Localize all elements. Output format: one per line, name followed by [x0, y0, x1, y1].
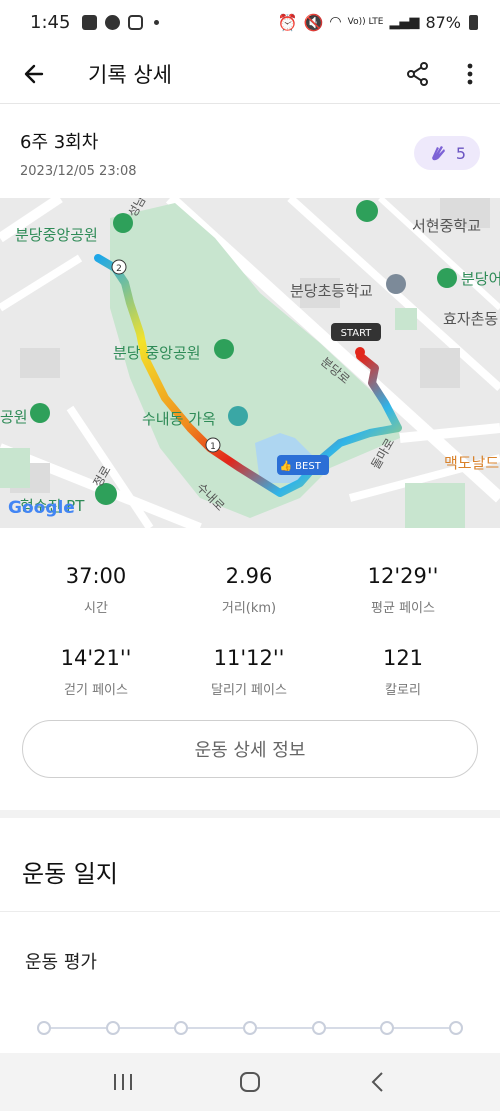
slider-point[interactable]	[243, 1021, 257, 1035]
clap-count: 5	[455, 143, 467, 163]
km-marker-2: 2	[111, 259, 127, 275]
slider-point[interactable]	[37, 1021, 51, 1035]
status-bar: 1:45 ⏰ 🔇 ◠ Vo)) LTE ▂▄▆ 87%	[0, 0, 500, 44]
location-pin-icon	[356, 200, 378, 222]
best-marker-label: BEST	[295, 461, 322, 472]
battery-icon	[469, 14, 478, 30]
start-marker-label: START	[341, 328, 373, 339]
stat-label: 걷기 페이스	[64, 683, 128, 698]
system-nav-bar	[0, 1053, 500, 1111]
gallery-icon	[82, 14, 98, 30]
divider	[0, 911, 500, 912]
stat-walk-pace: 14'21'' 걷기 페이스	[13, 646, 179, 698]
status-time: 1:45	[30, 11, 71, 33]
notification-dot-icon	[154, 19, 160, 25]
map-label-apt-right: 분당어	[461, 270, 500, 288]
stat-label: 달리기 페이스	[211, 683, 287, 698]
park-pin-icon	[214, 339, 234, 359]
recent-apps-button[interactable]	[93, 1062, 153, 1102]
more-vertical-icon	[467, 63, 473, 84]
stat-value: 12'29''	[367, 564, 439, 588]
google-logo: Google	[8, 498, 75, 518]
map-label-school-1: 서현중학교	[412, 217, 481, 235]
arrow-left-icon	[24, 64, 44, 83]
svg-text:1: 1	[210, 442, 216, 452]
stat-value: 2.96	[225, 564, 273, 588]
map-label-park-left: 공원	[0, 408, 28, 426]
map-label-dong: 효자촌동	[443, 310, 498, 328]
stat-calories: 121 칼로리	[320, 646, 486, 698]
workout-evaluation-title: 운동 평가	[25, 952, 97, 973]
slider-point[interactable]	[174, 1021, 188, 1035]
school-pin-icon	[386, 274, 406, 294]
svg-text:2: 2	[116, 264, 122, 274]
home-button[interactable]	[220, 1062, 280, 1102]
stat-time: 37:00 시간	[13, 564, 179, 616]
slider-point[interactable]	[106, 1021, 120, 1035]
map-label-school-2: 분당초등학교	[290, 282, 373, 300]
workout-log-title: 운동 일지	[22, 860, 118, 888]
slider-point[interactable]	[312, 1021, 326, 1035]
stat-label: 거리(km)	[221, 601, 277, 616]
home-icon	[239, 1072, 260, 1092]
slider-point[interactable]	[449, 1021, 463, 1035]
slider-point[interactable]	[380, 1021, 394, 1035]
stat-distance: 2.96 거리(km)	[166, 564, 332, 616]
route-map[interactable]: START BEST 👍 1 2 분당중앙공원 분당 중앙공원 수내동 가옥 공…	[0, 198, 500, 528]
alarm-icon: ⏰	[277, 12, 298, 32]
stat-label: 평균 페이스	[371, 601, 435, 616]
stat-run-pace: 11'12'' 달리기 페이스	[166, 646, 332, 698]
workout-detail-button[interactable]: 운동 상세 정보	[22, 720, 478, 778]
map-label-house: 수내동 가옥	[142, 410, 216, 428]
talk-icon	[105, 14, 121, 30]
nav-back-button[interactable]	[347, 1062, 407, 1102]
stat-avg-pace: 12'29'' 평균 페이스	[320, 564, 486, 616]
record-header: 6주 3회차 2023/12/05 23:08 5	[0, 106, 500, 198]
section-divider	[0, 810, 500, 818]
app-bar: 기록 상세	[0, 44, 500, 104]
wifi-icon: ◠	[329, 14, 342, 30]
clap-badge[interactable]: 5	[414, 136, 480, 170]
mute-icon: 🔇	[303, 12, 324, 32]
more-button[interactable]	[450, 54, 490, 94]
park-pin-icon	[437, 268, 457, 288]
best-marker: BEST 👍	[277, 455, 329, 475]
network-label: Vo)) LTE	[347, 17, 384, 27]
page-title: 기록 상세	[88, 62, 172, 87]
signal-icon: ▂▄▆	[389, 14, 420, 30]
house-pin-icon	[228, 406, 248, 426]
map-label-park-top: 분당중앙공원	[15, 226, 98, 244]
stat-label: 칼로리	[385, 683, 421, 698]
battery-text: 87%	[425, 12, 461, 32]
recent-apps-icon	[114, 1074, 133, 1090]
record-title: 6주 3회차	[20, 132, 99, 153]
map-label-mcd: 맥도날드	[444, 454, 499, 472]
share-icon	[407, 61, 428, 86]
stat-value: 11'12''	[213, 646, 285, 670]
km-marker-1: 1	[205, 437, 221, 453]
map-label-park-center: 분당 중앙공원	[113, 344, 201, 362]
instagram-icon	[128, 14, 144, 30]
thumbs-up-icon: 👍	[280, 459, 292, 472]
park-pin-icon	[30, 403, 50, 423]
stat-value: 14'21''	[60, 646, 132, 670]
clap-icon	[431, 146, 445, 161]
stat-value: 121	[382, 646, 424, 670]
stat-value: 37:00	[65, 564, 127, 588]
evaluation-slider[interactable]	[37, 1018, 463, 1038]
record-date: 2023/12/05 23:08	[20, 164, 137, 179]
share-button[interactable]	[398, 54, 438, 94]
back-button[interactable]	[14, 54, 54, 94]
stat-label: 시간	[84, 601, 108, 616]
nav-back-icon	[371, 1072, 383, 1092]
